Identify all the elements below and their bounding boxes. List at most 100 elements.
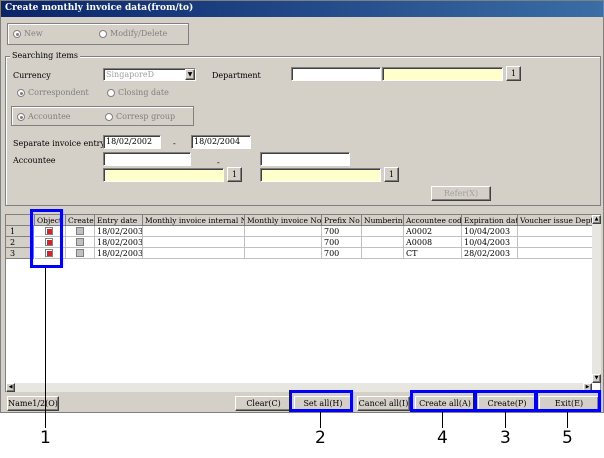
clear-button[interactable]: Clear(C) (235, 396, 292, 411)
callout-number: 4 (437, 428, 448, 448)
currency-select[interactable]: SingaporeD (103, 68, 196, 81)
voucher-dept-cell (518, 226, 593, 237)
scroll-down-icon[interactable]: ▼ (592, 374, 601, 383)
created-cell (66, 248, 95, 259)
modify-radio[interactable]: Modify/Delete (99, 29, 167, 38)
header-voucher-dept[interactable]: Voucher issue Dept. (518, 215, 593, 226)
invoice-table: Object Created Entry date Monthly invoic… (5, 214, 601, 392)
closing-date-label: Closing date (118, 88, 169, 97)
department-label: Department (212, 71, 261, 80)
callout-line-5 (567, 412, 568, 428)
date-from-value: 18/02/2002 (106, 137, 153, 146)
voucher-dept-cell (518, 237, 593, 248)
entry-date-cell: 18/02/2003 (95, 226, 143, 237)
new-radio[interactable]: New (13, 29, 43, 38)
accountee-code-cell: A0008 (404, 237, 462, 248)
created-cell (66, 226, 95, 237)
correspondent-label: Correspondent (28, 88, 89, 97)
currency-value: SingaporeD (106, 70, 154, 79)
chevron-down-icon[interactable]: ▼ (185, 69, 195, 80)
accountee-label: Accountee (13, 156, 56, 165)
refer-button[interactable]: Refer(X) (431, 186, 491, 201)
department-lookup-button[interactable]: 1 (506, 66, 521, 81)
closing-date-radio[interactable]: Closing date (107, 88, 169, 97)
date-dash: - (173, 139, 176, 148)
radio-dot-icon (13, 29, 21, 38)
entry-date-cell: 18/02/2003 (95, 237, 143, 248)
exit-highlight (535, 390, 601, 412)
accountee-from-code-field[interactable] (103, 152, 191, 166)
entry-date-cell: 18/02/2003 (95, 248, 143, 259)
voucher-dept-cell (518, 248, 593, 259)
prefix-cell: 700 (322, 226, 362, 237)
department-code-field[interactable] (291, 67, 381, 81)
radio-dot-icon (99, 29, 107, 38)
invoice-no-cell (245, 248, 322, 259)
callout-number: 2 (315, 428, 326, 448)
accountee-to-code-field[interactable] (260, 152, 350, 166)
created-cell (66, 237, 95, 248)
expiration-cell: 10/04/2003 (462, 226, 518, 237)
accountee-from-lookup-button[interactable]: 1 (227, 167, 242, 182)
date-to-value: 18/02/2004 (194, 137, 241, 146)
header-entry-date[interactable]: Entry date (95, 215, 143, 226)
prefix-cell: 700 (322, 248, 362, 259)
callout-number: 1 (40, 428, 51, 448)
department-name-field[interactable] (382, 67, 503, 81)
accountee-radio[interactable]: Accountee (17, 112, 71, 121)
prefix-cell: 700 (322, 237, 362, 248)
header-numbering[interactable]: Numbering (362, 215, 404, 226)
header-prefix-no[interactable]: Prefix No (322, 215, 362, 226)
search-group-label: Searching items (10, 51, 81, 60)
create-highlight (474, 390, 537, 412)
callout-line-3 (505, 412, 506, 428)
callout-line-1 (45, 268, 46, 428)
header-created[interactable]: Created (66, 215, 95, 226)
create-all-highlight (410, 390, 476, 412)
radio-dot-icon (107, 88, 115, 97)
correspondent-radio[interactable]: Correspondent (17, 88, 89, 97)
expiration-cell: 10/04/2003 (462, 237, 518, 248)
checkbox-disabled-icon (76, 227, 84, 235)
corresp-group-radio[interactable]: Corresp group (105, 112, 175, 121)
separate-invoice-label: Separate invoice entry (13, 139, 105, 148)
accountee-dash: - (217, 158, 220, 167)
header-accountee-code[interactable]: Accountee code (404, 215, 462, 226)
accountee-code-cell: A0002 (404, 226, 462, 237)
scroll-left-icon[interactable]: ◀ (6, 383, 15, 392)
corresp-group-label: Corresp group (116, 112, 176, 121)
checkbox-disabled-icon (76, 249, 84, 257)
scroll-up-icon[interactable]: ▲ (592, 215, 601, 224)
accountee-radio-label: Accountee (28, 112, 71, 121)
main-window: Create monthly invoice data(from/to) New… (0, 0, 604, 413)
internal-no-cell (143, 226, 245, 237)
cancel-all-button[interactable]: Cancel all(I) (357, 396, 410, 411)
radio-dot-icon (105, 112, 113, 121)
header-invoice-no[interactable]: Monthly invoice No (245, 215, 322, 226)
callout-number: 3 (500, 428, 511, 448)
numbering-cell (362, 248, 404, 259)
name-toggle-button[interactable]: Name1/2(O) (7, 396, 59, 411)
invoice-no-cell (245, 226, 322, 237)
accountee-to-name-field[interactable] (260, 168, 381, 182)
accountee-code-cell: CT (404, 248, 462, 259)
checkbox-disabled-icon (76, 238, 84, 246)
window-title: Create monthly invoice data(from/to) (1, 1, 603, 17)
accountee-to-lookup-button[interactable]: 1 (384, 167, 399, 182)
set-all-highlight (289, 390, 353, 412)
header-internal-no[interactable]: Monthly invoice internal No (143, 215, 245, 226)
expiration-cell: 28/02/2003 (462, 248, 518, 259)
date-to-field[interactable]: 18/02/2004 (191, 135, 251, 149)
callout-number: 5 (562, 428, 573, 448)
invoice-no-cell (245, 237, 322, 248)
header-expiration-date[interactable]: Expiration date (462, 215, 518, 226)
callout-line-4 (442, 412, 443, 428)
accountee-from-name-field[interactable] (103, 168, 224, 182)
internal-no-cell (143, 237, 245, 248)
radio-dot-icon (17, 88, 25, 97)
date-from-field[interactable]: 18/02/2002 (103, 135, 161, 149)
callout-line-2 (320, 412, 321, 428)
numbering-cell (362, 237, 404, 248)
modify-radio-label: Modify/Delete (110, 29, 168, 38)
vertical-scrollbar[interactable]: ▲ ▼ (592, 215, 601, 383)
